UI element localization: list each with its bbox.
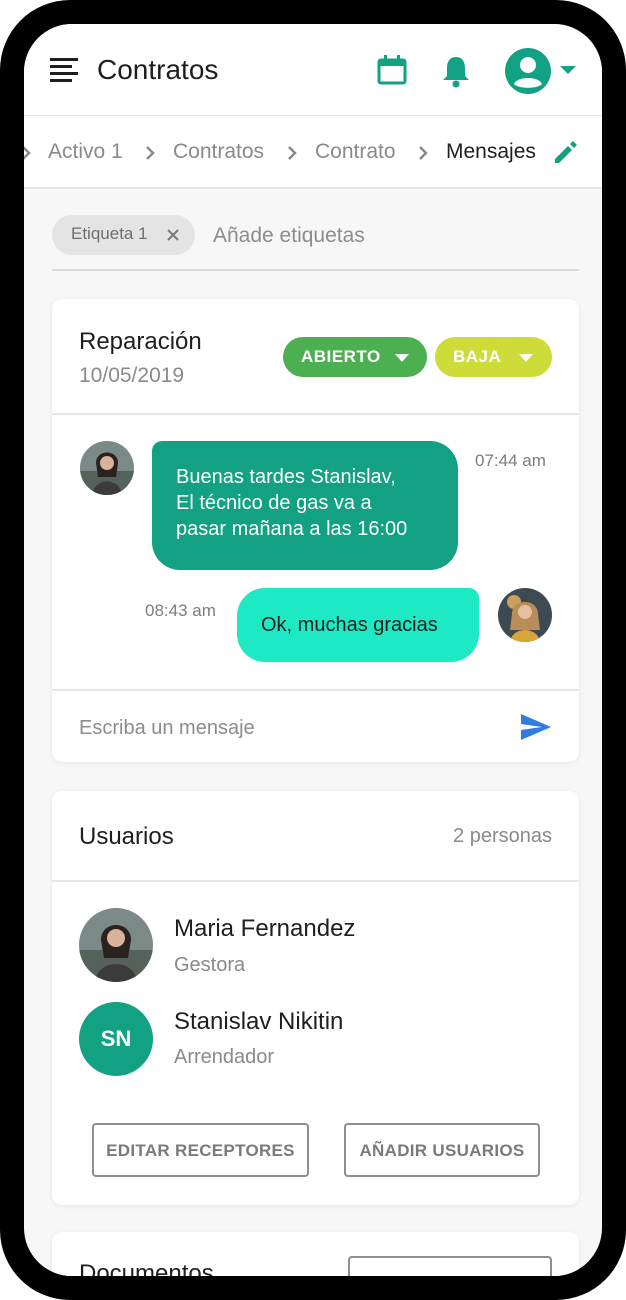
status-label: ABIERTO (301, 347, 381, 366)
bell-icon[interactable] (440, 54, 472, 88)
chevron-right-icon (288, 146, 297, 160)
message-text: Ok, muchas gracias (261, 614, 438, 636)
chevron-right-icon (146, 146, 155, 160)
ticket-card: Reparación 10/05/2019 ABIERTO BAJA Buena… (52, 299, 579, 762)
account-menu-button[interactable] (504, 46, 582, 96)
divider (52, 880, 579, 882)
message-text: Buenas tardes Stanislav, El técnico de g… (176, 466, 408, 540)
users-title: Usuarios (79, 823, 174, 850)
page-title: Contratos (97, 54, 219, 85)
caret-down-icon (519, 354, 533, 362)
calendar-icon[interactable] (376, 54, 408, 86)
app-bar: Contratos (24, 24, 602, 116)
ticket-title: Reparación (79, 328, 202, 355)
outgoing-message-bubble: Ok, muchas gracias (237, 588, 479, 662)
button-label: AÑADIR USUARIOS (359, 1141, 525, 1160)
breadcrumb-item-activo[interactable]: Activo 1 (48, 140, 123, 164)
divider (52, 689, 579, 691)
avatar (80, 441, 134, 495)
user-role: Gestora (174, 954, 246, 976)
add-users-button[interactable]: AÑADIR USUARIOS (344, 1123, 540, 1177)
edit-recipients-button[interactable]: EDITAR RECEPTORES (92, 1123, 309, 1177)
avatar-initials: SN (100, 1026, 132, 1051)
tag-chip[interactable]: Etiqueta 1 (52, 215, 195, 255)
user-name: Maria Fernandez (174, 915, 356, 942)
users-count: 2 personas (453, 825, 552, 847)
tag-chip-label: Etiqueta 1 (71, 224, 148, 243)
divider (52, 413, 579, 415)
users-card: Usuarios 2 personas Maria Fernandez Gest… (52, 791, 579, 1205)
chevron-right-icon (419, 146, 428, 160)
priority-label: BAJA (453, 347, 502, 366)
account-circle-icon (505, 48, 576, 94)
avatar (79, 908, 153, 982)
user-name: Stanislav Nikitin (174, 1008, 344, 1035)
app-screen: Contratos Activo 1 Contratos Contrato Me… (24, 24, 602, 1276)
button-label: EDITAR RECEPTORES (106, 1141, 295, 1160)
pencil-icon[interactable] (552, 138, 580, 166)
breadcrumb-item-contrato[interactable]: Contrato (315, 140, 396, 164)
breadcrumb-item-mensajes: Mensajes (446, 140, 536, 163)
caret-down-icon (560, 66, 576, 74)
message-time: 07:44 am (475, 451, 546, 470)
avatar: SN (79, 1002, 153, 1076)
send-icon[interactable] (520, 713, 552, 741)
chevron-right-icon (24, 146, 31, 160)
tag-input[interactable] (213, 222, 513, 250)
breadcrumb-item-contratos[interactable]: Contratos (173, 140, 264, 164)
documents-button[interactable] (348, 1256, 552, 1276)
device-frame: Contratos Activo 1 Contratos Contrato Me… (0, 0, 626, 1300)
incoming-message-bubble: Buenas tardes Stanislav, El técnico de g… (152, 441, 458, 570)
tag-input-underline (52, 269, 579, 271)
status-dropdown[interactable]: ABIERTO (283, 337, 427, 377)
user-role: Arrendador (174, 1046, 275, 1068)
breadcrumb: Activo 1 Contratos Contrato Mensajes (24, 116, 602, 189)
message-time: 08:43 am (145, 601, 216, 620)
priority-dropdown[interactable]: BAJA (435, 337, 552, 377)
avatar (498, 588, 552, 642)
documents-card: Documentos (52, 1232, 579, 1276)
message-input[interactable] (79, 713, 499, 743)
caret-down-icon (395, 354, 409, 362)
documents-title: Documentos (79, 1260, 214, 1276)
close-icon[interactable] (165, 227, 181, 243)
menu-icon[interactable] (50, 58, 80, 84)
ticket-date: 10/05/2019 (79, 364, 185, 387)
